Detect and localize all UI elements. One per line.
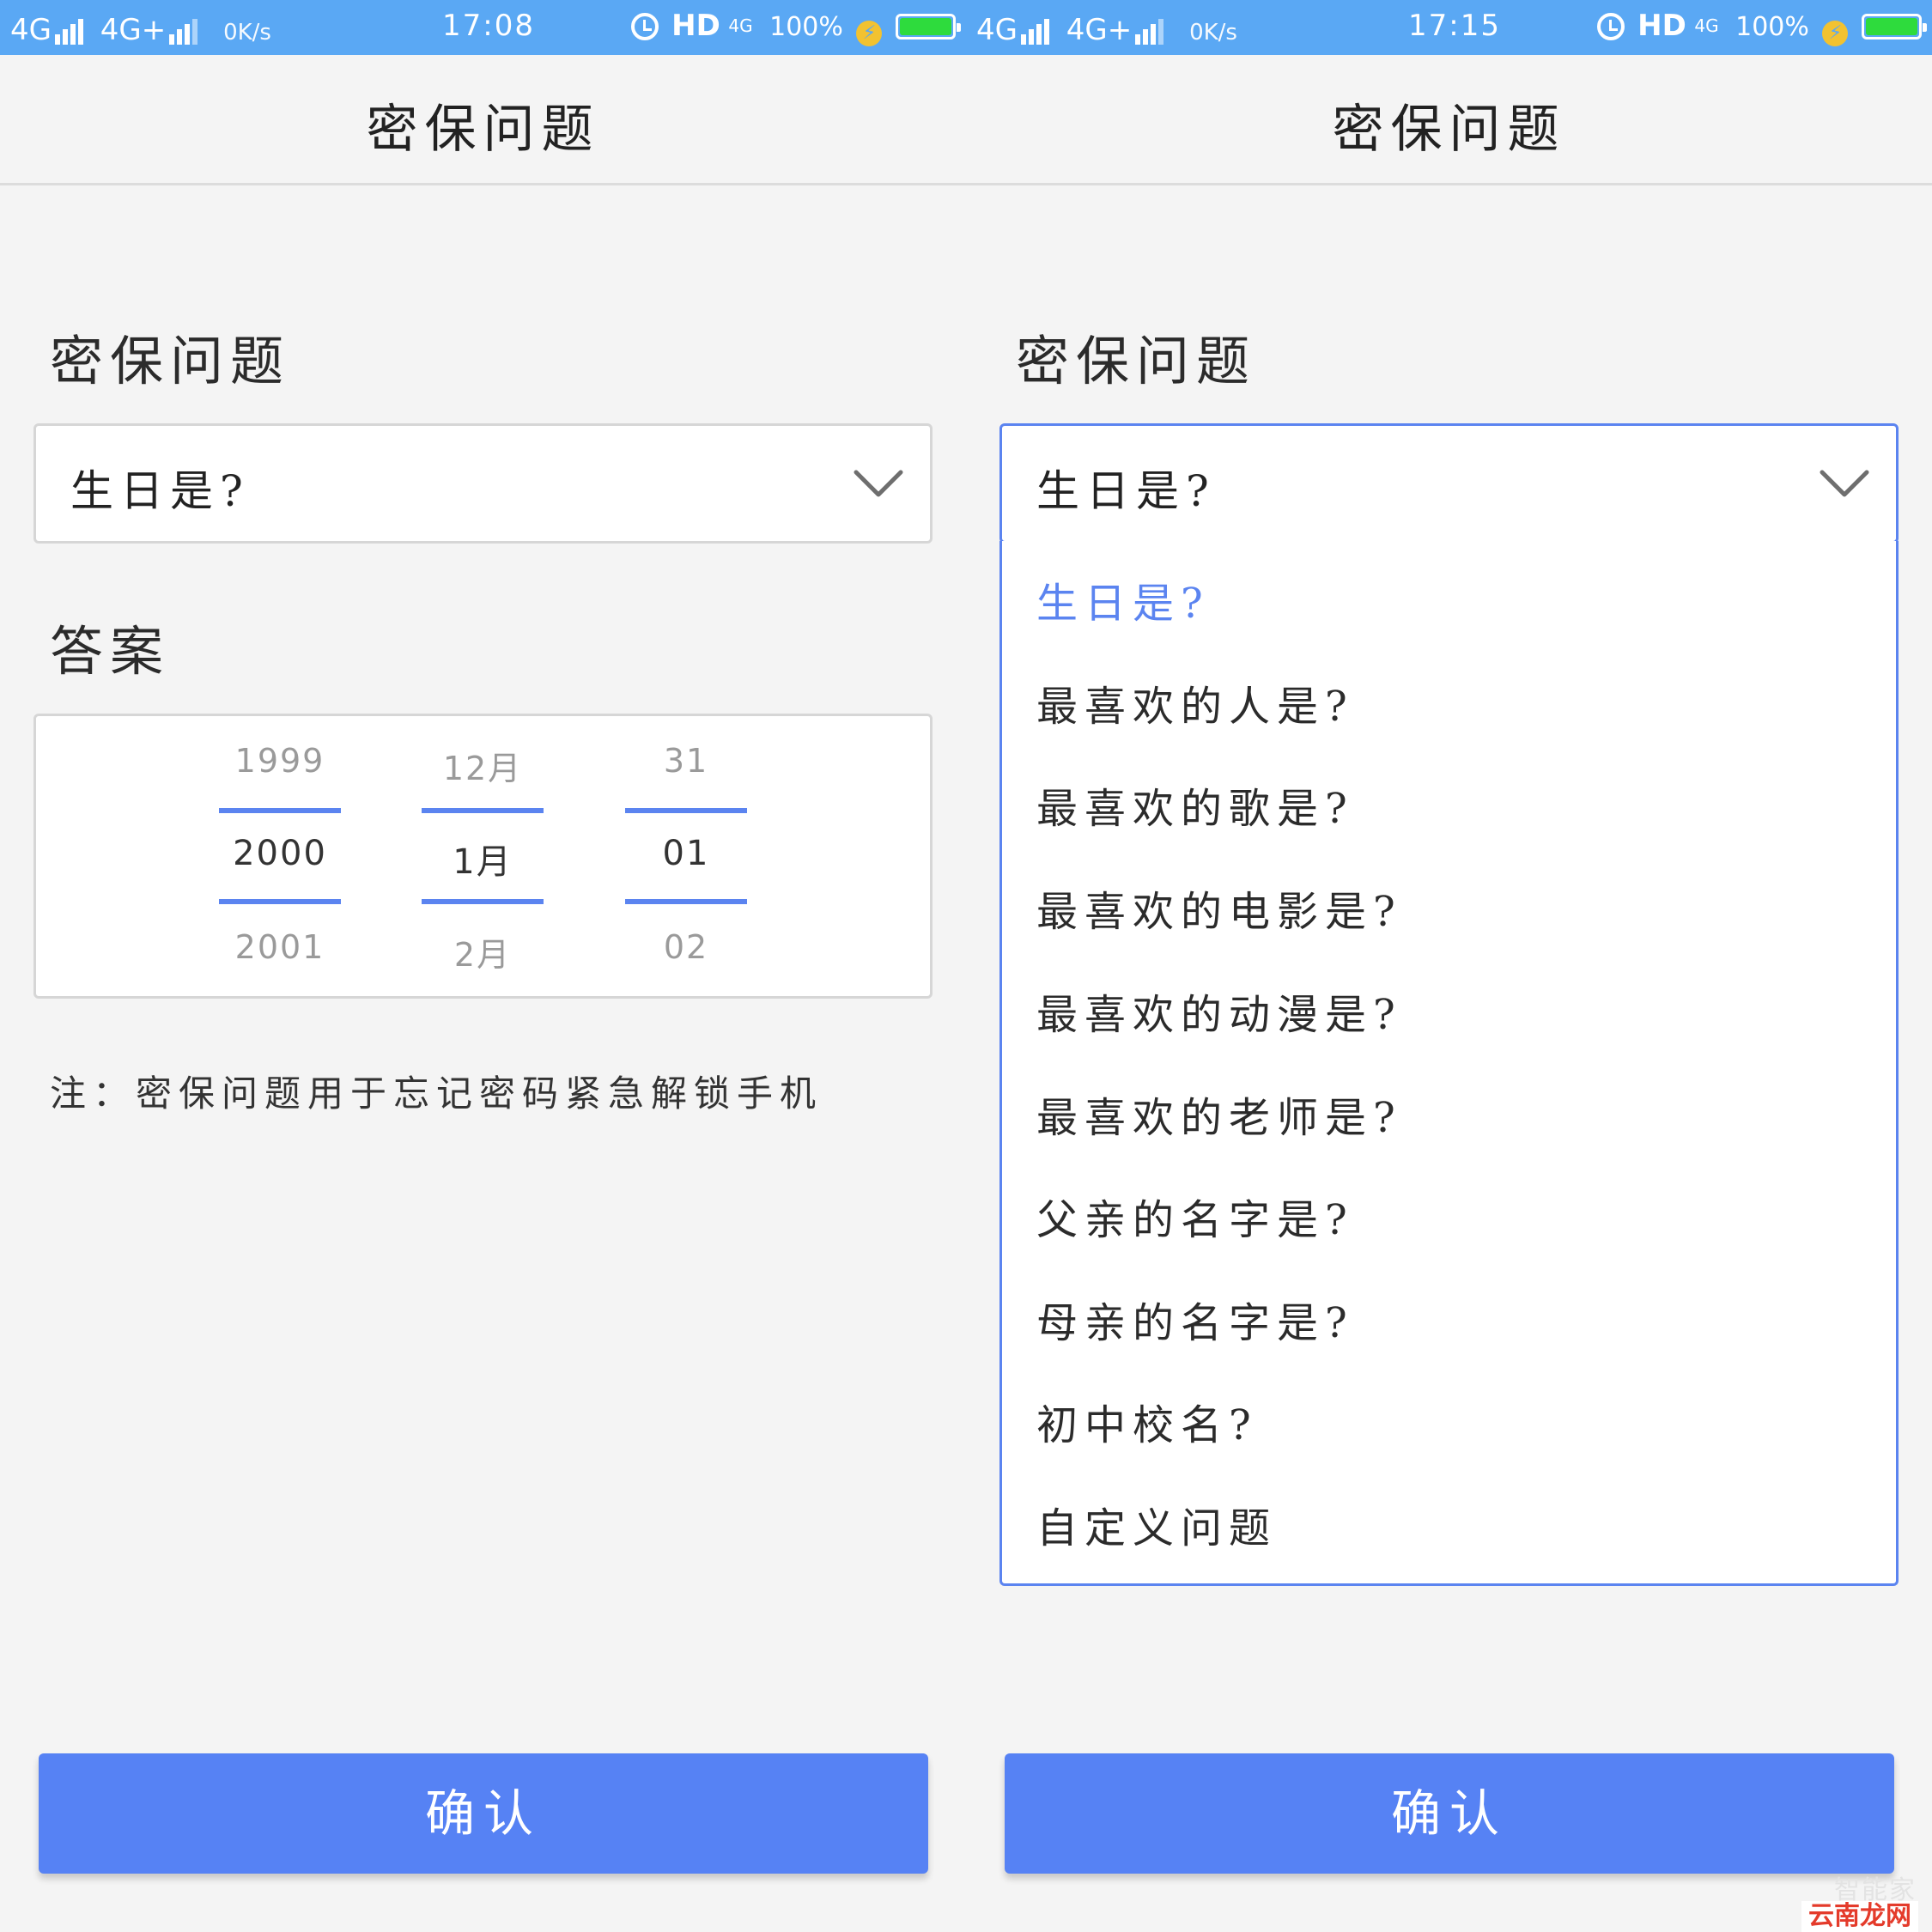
dropdown-option[interactable]: 自定义问题	[1036, 1494, 1277, 1554]
year-prev[interactable]: 1999	[219, 742, 341, 780]
note-text: 注：密保问题用于忘记密码紧急解锁手机	[50, 1072, 823, 1115]
charging-icon: ⚡	[856, 21, 883, 46]
network-speed: 0K/s	[223, 20, 271, 46]
question-select-value: 生日是?	[1036, 466, 1216, 516]
confirm-button[interactable]: 确认	[1005, 1753, 1894, 1874]
question-label: 密保问题	[50, 330, 291, 392]
signal-icon-2	[169, 7, 200, 45]
network-speed: 0K/s	[1189, 20, 1237, 46]
network-label-2: 4G+	[100, 13, 167, 47]
battery-percent: 100%	[769, 12, 843, 42]
picker-divider	[625, 899, 747, 904]
title-bar: 密保问题	[966, 55, 1932, 185]
network-label-2: 4G+	[1066, 13, 1133, 47]
hd-label: HD	[671, 9, 720, 43]
dropdown-option[interactable]: 生日是?	[1036, 569, 1210, 629]
status-time: 17:15	[1408, 9, 1501, 43]
day-next[interactable]: 02	[625, 928, 747, 966]
month-column[interactable]: 12月 1月 2月	[422, 716, 544, 1001]
status-left: 4G 4G+ 0K/s	[10, 7, 271, 52]
month-next[interactable]: 2月	[422, 928, 544, 975]
page-title: 密保问题	[366, 100, 600, 160]
battery-icon	[1862, 14, 1927, 39]
title-bar: 密保问题	[0, 55, 966, 185]
month-current[interactable]: 1月	[422, 834, 544, 884]
year-current[interactable]: 2000	[219, 834, 341, 873]
day-prev[interactable]: 31	[625, 742, 747, 780]
screen-question-dropdown: 4G 4G+ 0K/s 17:15 HD 4G 100% ⚡ 密保问题 密保问题…	[966, 0, 1932, 1932]
picker-divider	[422, 808, 544, 813]
alarm-icon	[1596, 13, 1625, 40]
battery-icon	[896, 14, 961, 39]
network-label: 4G	[976, 13, 1018, 47]
network-label: 4G	[10, 13, 52, 47]
dropdown-option[interactable]: 最喜欢的动漫是?	[1036, 981, 1402, 1041]
dropdown-option[interactable]: 最喜欢的老师是?	[1036, 1084, 1402, 1144]
date-picker[interactable]: 1999 2000 2001 12月 1月 2月 31 01 02	[33, 714, 933, 999]
dropdown-option[interactable]: 最喜欢的电影是?	[1036, 878, 1402, 938]
dropdown-option[interactable]: 父亲的名字是?	[1036, 1186, 1354, 1246]
chevron-down-icon	[854, 470, 903, 497]
confirm-button[interactable]: 确认	[39, 1753, 928, 1874]
battery-percent: 100%	[1735, 12, 1809, 42]
net-type: 4G	[1694, 15, 1719, 36]
signal-icon-2	[1135, 7, 1166, 45]
month-prev[interactable]: 12月	[422, 742, 544, 789]
day-current[interactable]: 01	[625, 834, 747, 873]
status-left: 4G 4G+ 0K/s	[976, 7, 1237, 52]
status-right: HD 4G 100% ⚡	[630, 7, 961, 46]
dropdown-option[interactable]: 初中校名?	[1036, 1391, 1258, 1451]
chevron-down-icon	[1820, 470, 1869, 497]
signal-icon	[54, 7, 86, 45]
dropdown-option[interactable]: 最喜欢的歌是?	[1036, 775, 1354, 835]
day-column[interactable]: 31 01 02	[625, 716, 747, 1001]
status-bar: 4G 4G+ 0K/s 17:08 HD 4G 100% ⚡	[0, 0, 966, 55]
net-type: 4G	[728, 15, 753, 36]
question-dropdown-list: 生日是? 最喜欢的人是? 最喜欢的歌是? 最喜欢的电影是? 最喜欢的动漫是? 最…	[999, 541, 1899, 1586]
year-next[interactable]: 2001	[219, 928, 341, 966]
picker-divider	[422, 899, 544, 904]
screen-answer-picker: 4G 4G+ 0K/s 17:08 HD 4G 100% ⚡ 密保问题 密保问题…	[0, 0, 966, 1932]
charging-icon: ⚡	[1822, 21, 1849, 46]
hd-label: HD	[1637, 9, 1686, 43]
status-time: 17:08	[442, 9, 535, 43]
status-bar: 4G 4G+ 0K/s 17:15 HD 4G 100% ⚡	[966, 0, 1932, 55]
dropdown-option[interactable]: 母亲的名字是?	[1036, 1289, 1354, 1349]
picker-divider	[219, 899, 341, 904]
stage: 4G 4G+ 0K/s 17:08 HD 4G 100% ⚡ 密保问题 密保问题…	[0, 0, 1932, 1932]
page-title: 密保问题	[1332, 100, 1566, 160]
signal-icon	[1020, 7, 1052, 45]
picker-divider	[625, 808, 747, 813]
question-select-value: 生日是?	[70, 466, 250, 516]
watermark-logo: 云南龙网	[1801, 1901, 1918, 1932]
question-select[interactable]: 生日是?	[33, 423, 933, 544]
alarm-icon	[630, 13, 659, 40]
question-label: 密保问题	[1016, 330, 1257, 392]
dropdown-option[interactable]: 最喜欢的人是?	[1036, 672, 1354, 732]
year-column[interactable]: 1999 2000 2001	[219, 716, 341, 1001]
picker-divider	[219, 808, 341, 813]
question-select[interactable]: 生日是?	[999, 423, 1899, 544]
answer-label: 答案	[50, 620, 171, 683]
status-right: HD 4G 100% ⚡	[1596, 7, 1927, 46]
